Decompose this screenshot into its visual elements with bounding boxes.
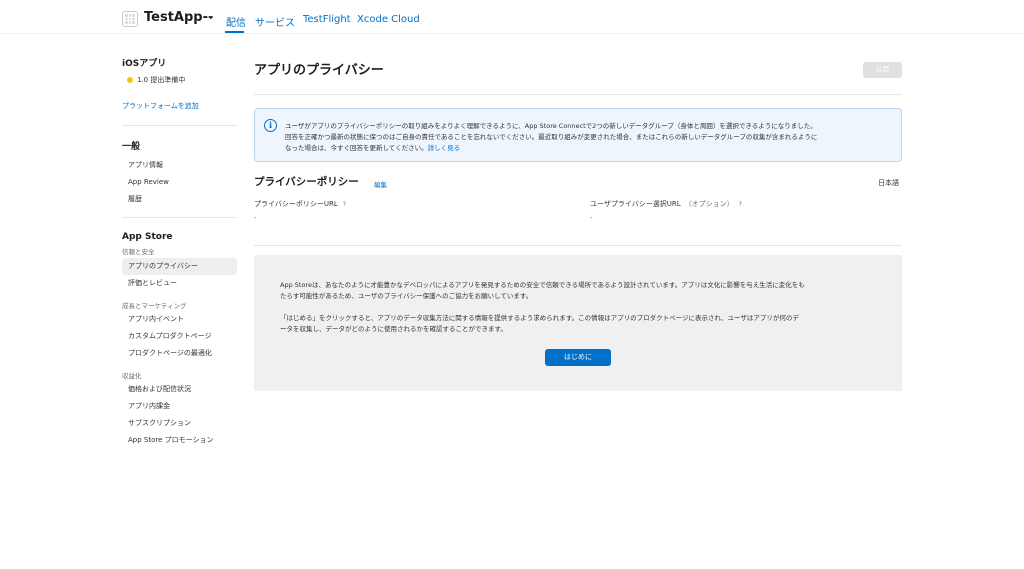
learn-more-link[interactable]: 詳しく見る <box>428 144 461 152</box>
privacy-policy-edit-link[interactable]: 編集 <box>374 179 387 189</box>
divider <box>254 94 902 95</box>
privacy-policy-url-value: - <box>254 214 257 222</box>
section-appstore-title: App Store <box>122 232 173 242</box>
user-privacy-choices-url-label: ユーザプライバシー選択URL （オプション）? <box>590 200 742 208</box>
sidebar-item-in-app-purchases[interactable]: アプリ内課金 <box>122 398 237 415</box>
help-icon[interactable]: ? <box>343 201 346 208</box>
chevron-down-icon[interactable]: ⌄ <box>207 12 215 22</box>
sidebar: iOSアプリ 1.0 提出準備中 プラットフォームを追加 一般 アプリ情報 Ap… <box>122 56 237 449</box>
sidebar-item-ratings-reviews[interactable]: 評価とレビュー <box>122 275 237 292</box>
sidebar-item-history[interactable]: 履歴 <box>122 191 237 208</box>
group-growth-label: 成長とマーケティング <box>122 302 187 310</box>
info-line-3: なった場合は、今すぐ回答を更新してください。 <box>285 144 428 152</box>
group-monetization-label: 収益化 <box>122 372 142 380</box>
app-name[interactable]: TestApp-- <box>144 10 213 25</box>
page-title: アプリのプライバシー <box>254 63 384 78</box>
tab-distribution[interactable]: 配信 <box>226 14 246 29</box>
active-tab-indicator <box>225 31 244 33</box>
divider <box>254 245 902 246</box>
user-privacy-choices-url-value: - <box>590 214 593 222</box>
version-status[interactable]: 1.0 提出準備中 <box>127 75 237 85</box>
section-general-title: 一般 <box>122 142 141 152</box>
tab-xcode-cloud[interactable]: Xcode Cloud <box>357 14 420 25</box>
sidebar-item-app-privacy[interactable]: アプリのプライバシー <box>122 258 237 275</box>
privacy-policy-url-label: プライバシーポリシーURL? <box>254 200 346 208</box>
sidebar-item-app-review[interactable]: App Review <box>122 174 237 191</box>
intro-paragraph-2: 「はじめる」をクリックすると、アプリのデータ収集方法に関する情報を提供するよう求… <box>280 314 799 333</box>
info-banner: i ユーザがアプリのプライバシーポリシーの取り組みをよりよく理解できるように、A… <box>254 108 902 162</box>
info-banner-text: ユーザがアプリのプライバシーポリシーの取り組みをよりよく理解できるように、App… <box>285 121 895 154</box>
privacy-policy-title: プライバシーポリシー <box>254 176 359 188</box>
info-line-2: 回答を正確かつ最新の状態に保つのはご自身の責任であることを忘れないでください。最… <box>285 133 818 141</box>
version-status-label: 1.0 提出準備中 <box>137 76 186 84</box>
group-trust-label: 信頼と安全 <box>122 248 155 256</box>
add-platform-link[interactable]: プラットフォームを追加 <box>122 101 237 111</box>
publish-button[interactable]: 公開 <box>863 62 902 78</box>
divider <box>122 125 237 126</box>
get-started-button[interactable]: はじめに <box>545 349 611 366</box>
app-icon <box>122 11 138 27</box>
status-dot-icon <box>127 77 133 83</box>
sidebar-item-in-app-events[interactable]: アプリ内イベント <box>122 311 237 328</box>
top-bar: TestApp-- ⌄ 配信 サービス TestFlight Xcode Clo… <box>0 0 1024 34</box>
info-icon: i <box>264 119 277 132</box>
sidebar-item-pricing-availability[interactable]: 価格および配信状況 <box>122 381 237 398</box>
help-icon[interactable]: ? <box>739 201 742 208</box>
sidebar-item-custom-product-pages[interactable]: カスタムプロダクトページ <box>122 328 237 345</box>
platform-title: iOSアプリ <box>122 59 167 69</box>
get-started-panel: App Storeは、あなたのように才能豊かなデベロッパによるアプリを発見するた… <box>254 255 902 391</box>
intro-paragraph-1: App Storeは、あなたのように才能豊かなデベロッパによるアプリを発見するた… <box>280 281 805 300</box>
info-line-1: ユーザがアプリのプライバシーポリシーの取り組みをよりよく理解できるように、App… <box>285 122 817 130</box>
sidebar-item-product-page-optimization[interactable]: プロダクトページの最適化 <box>122 345 237 362</box>
tab-testflight[interactable]: TestFlight <box>303 14 351 25</box>
sidebar-item-app-info[interactable]: アプリ情報 <box>122 157 237 174</box>
sidebar-item-app-store-promotions[interactable]: App Store プロモーション <box>122 432 237 449</box>
tab-services[interactable]: サービス <box>255 14 295 29</box>
sidebar-item-subscriptions[interactable]: サブスクリプション <box>122 415 237 432</box>
language-label: 日本語 <box>878 179 899 187</box>
divider <box>122 217 237 218</box>
